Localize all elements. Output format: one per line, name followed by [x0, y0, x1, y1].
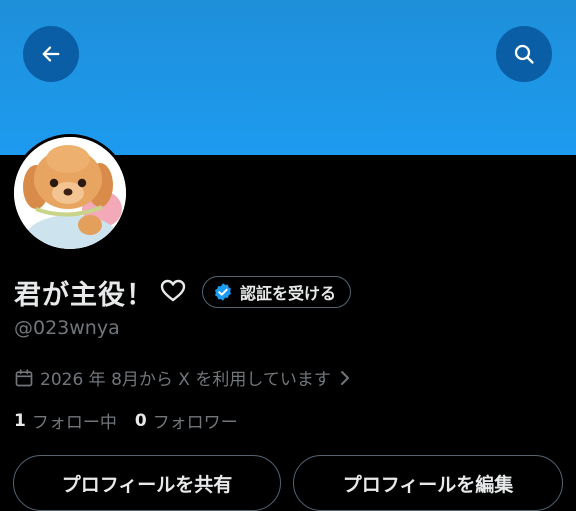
- joined-date-text: 2026 年 8月から X を利用しています: [40, 370, 331, 390]
- profile-avatar[interactable]: [11, 134, 129, 252]
- following-count[interactable]: 1: [14, 411, 26, 431]
- heart-outline-icon: [160, 279, 186, 307]
- verified-badge-icon: [213, 282, 233, 302]
- search-button[interactable]: [496, 26, 552, 82]
- arrow-left-icon: [42, 46, 60, 62]
- followers-label[interactable]: フォロワー: [153, 408, 238, 433]
- back-button[interactable]: [23, 26, 79, 82]
- joined-date-row[interactable]: 2026 年 8月から X を利用しています: [14, 365, 351, 390]
- get-verified-button[interactable]: 認証を受ける: [202, 276, 352, 308]
- follow-stats-row: 1 フォロー中 0 フォロワー: [14, 408, 238, 434]
- followers-count[interactable]: 0: [135, 411, 147, 431]
- display-name: 君が主役！: [14, 279, 154, 311]
- chevron-right-icon: [339, 370, 351, 386]
- following-label[interactable]: フォロー中: [32, 408, 117, 433]
- get-verified-label: 認証を受ける: [240, 284, 337, 303]
- calendar-icon: [14, 368, 34, 388]
- profile-banner: [0, 0, 576, 155]
- profile-page: 君が主役！ 認証を受ける @023wnya 2026 年 8月から X を利用し…: [0, 0, 576, 511]
- avatar-image: [14, 137, 126, 249]
- edit-profile-button[interactable]: プロフィールを編集: [293, 455, 563, 511]
- plush-dog-picture: [14, 137, 126, 249]
- profile-handle: @023wnya: [14, 317, 120, 339]
- profile-name-row: 君が主役！ 認証を受ける: [14, 272, 352, 312]
- share-profile-button[interactable]: プロフィールを共有: [13, 455, 281, 511]
- search-icon: [514, 44, 534, 64]
